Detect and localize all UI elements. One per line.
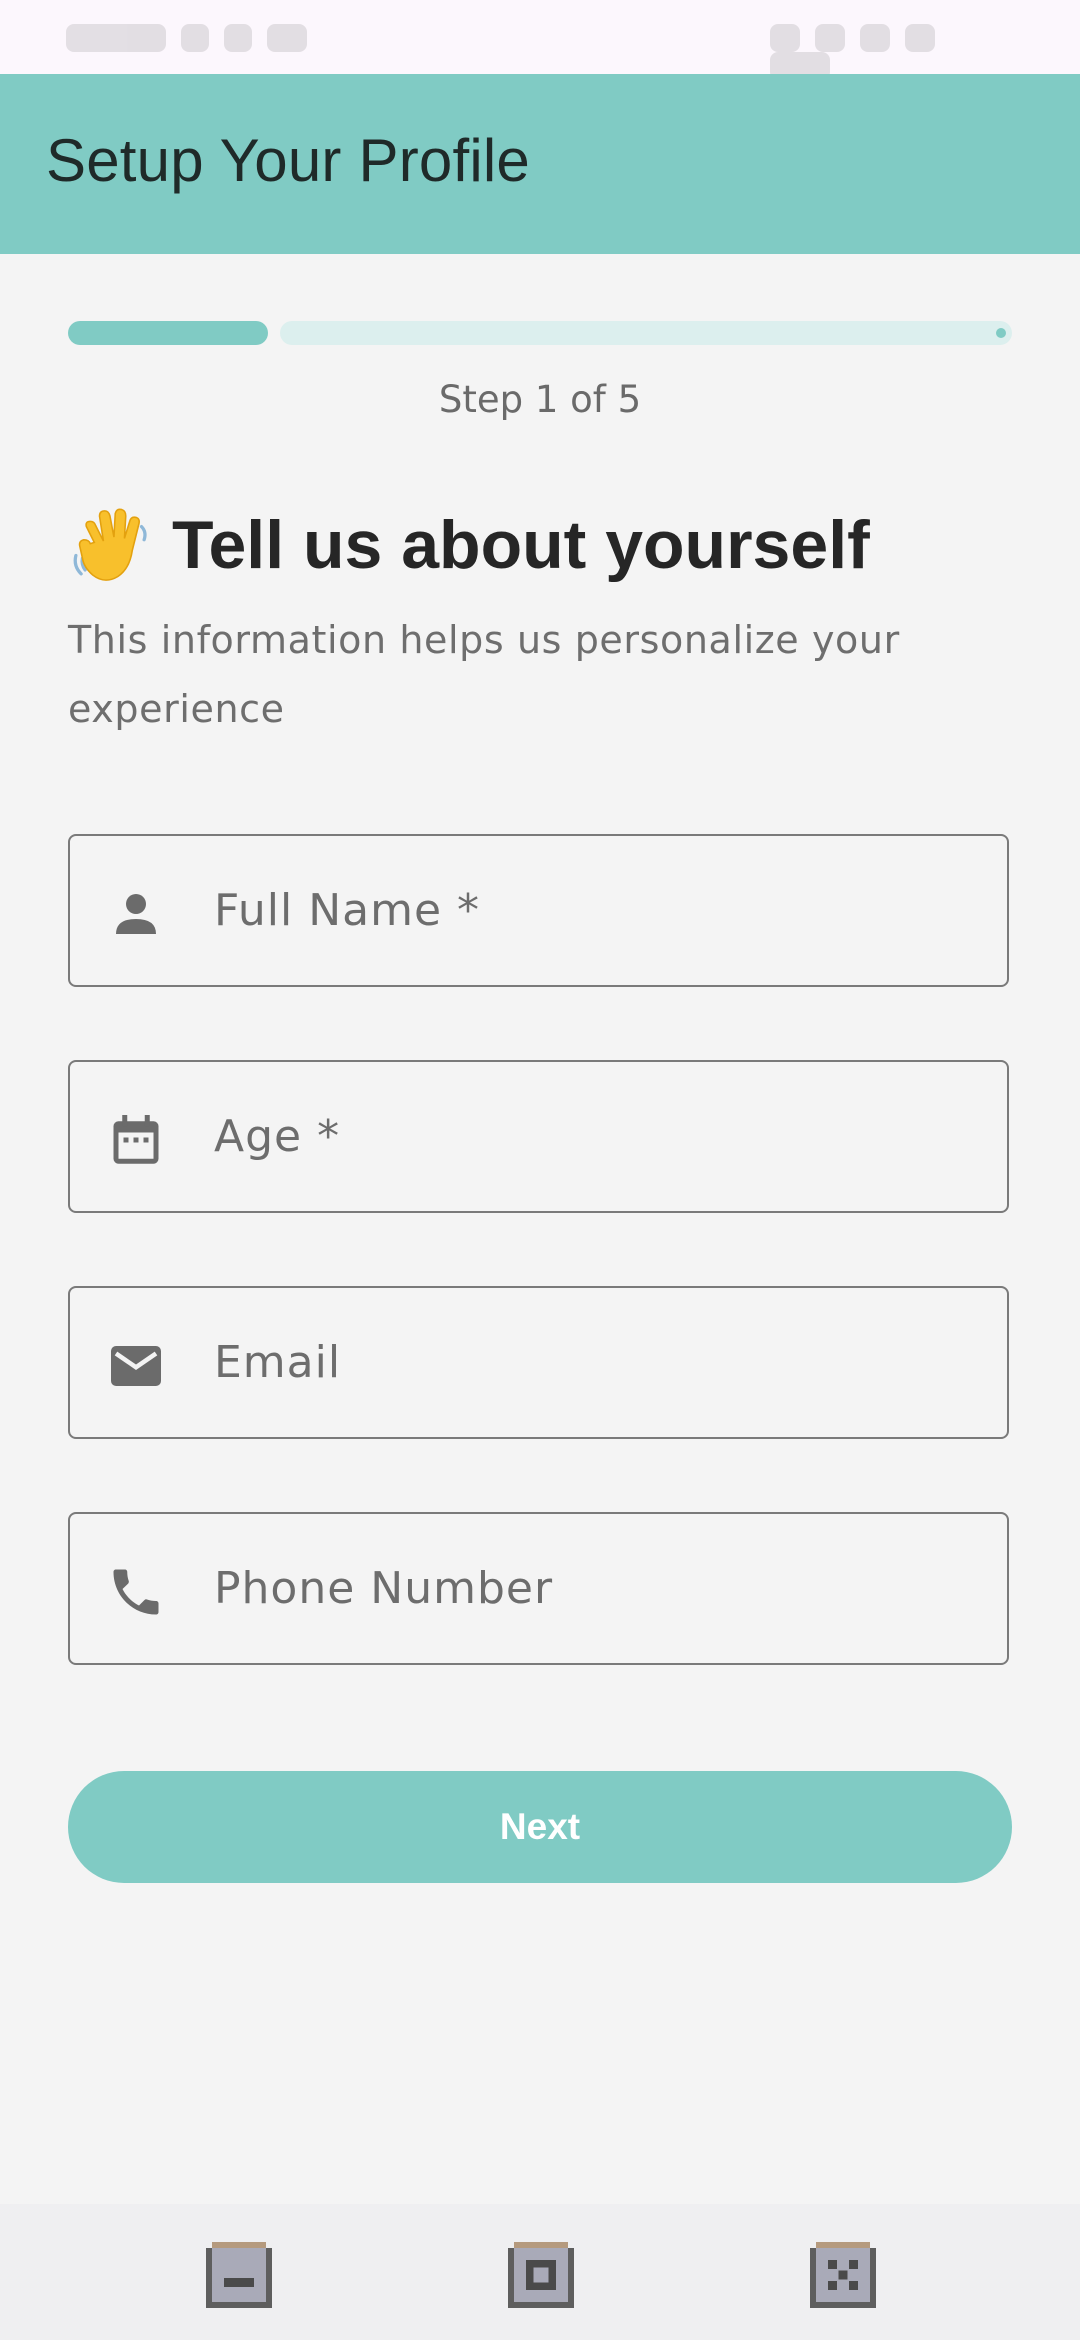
waving-hand-icon [73, 508, 147, 581]
age-field[interactable] [68, 1060, 1009, 1213]
intro-subtitle: This information helps us personalize yo… [68, 618, 900, 731]
progress-end-dot [996, 328, 1006, 338]
system-nav-bar [0, 2204, 1080, 2340]
back-nav-icon[interactable] [206, 2242, 272, 2308]
email-icon [111, 1346, 161, 1386]
progress-remaining [280, 321, 1012, 345]
email-field[interactable] [68, 1286, 1009, 1439]
progress-filled [68, 321, 268, 345]
chat-icon [267, 24, 308, 52]
person-icon [116, 894, 156, 934]
alarm-icon [770, 24, 800, 52]
full-name-field[interactable] [68, 834, 1009, 987]
network-icon [860, 24, 891, 52]
mute-icon [815, 24, 846, 52]
app-bar: Setup Your Profile [0, 74, 1080, 254]
age-input[interactable] [214, 1062, 974, 1210]
calendar-icon [113, 1115, 159, 1164]
status-bar [0, 0, 1080, 80]
signal-icon [905, 24, 936, 52]
heading-text: Tell us about yourself [172, 507, 870, 583]
status-time [66, 24, 166, 52]
full-name-input[interactable] [214, 836, 974, 984]
phone-icon [113, 1569, 159, 1615]
step-label: Step 1 of 5 [438, 378, 642, 421]
next-button[interactable]: Next [68, 1771, 1012, 1883]
status-bar-right-icons [770, 24, 1010, 80]
recents-nav-icon[interactable] [810, 2242, 876, 2308]
home-nav-icon[interactable] [508, 2242, 574, 2308]
email-input[interactable] [214, 1288, 974, 1436]
notification-icon [181, 24, 210, 52]
phone-field[interactable] [68, 1512, 1009, 1665]
page-title: Setup Your Profile [46, 127, 530, 194]
intro-heading: Tell us about yourself [68, 500, 870, 590]
status-bar-left-icons [66, 24, 356, 52]
notification-icon [224, 24, 253, 52]
step-progress-bar [68, 321, 1012, 345]
phone-input[interactable] [214, 1514, 974, 1662]
